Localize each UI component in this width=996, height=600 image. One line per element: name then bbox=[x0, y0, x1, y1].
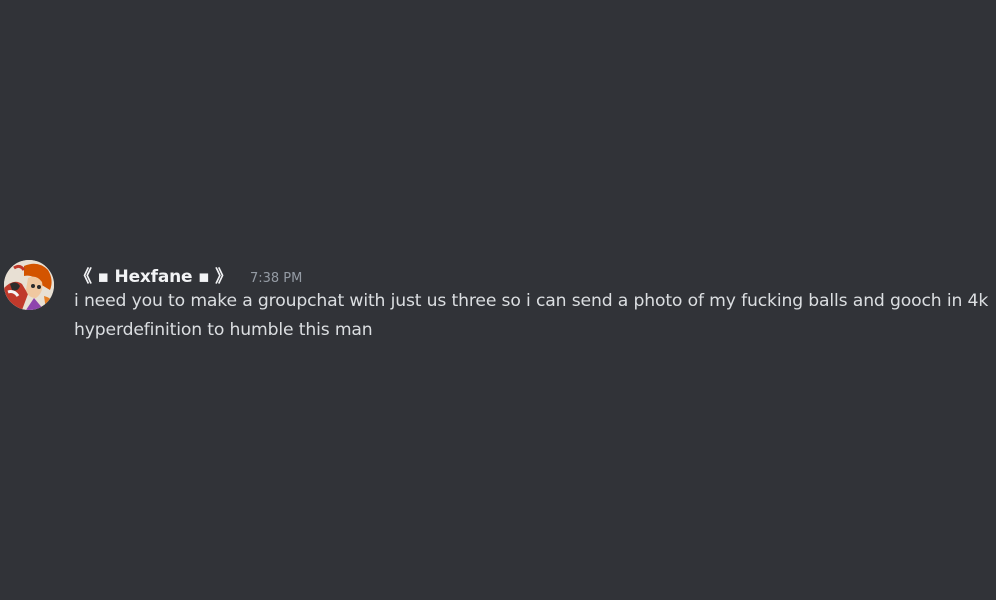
avatar-image bbox=[4, 260, 54, 310]
username[interactable]: 《 ▪ Hexfane ▪ 》 bbox=[75, 262, 232, 287]
user-avatar[interactable] bbox=[4, 260, 54, 310]
message-content: i need you to make a groupchat with just… bbox=[74, 291, 989, 340]
chat-view: 《 ▪ Hexfane ▪ 》 7:38 PM i need you to ma… bbox=[0, 0, 996, 600]
message-timestamp: 7:38 PM bbox=[249, 271, 303, 286]
message-header: 《 ▪ Hexfane ▪ 》 7:38 PM bbox=[75, 262, 302, 287]
